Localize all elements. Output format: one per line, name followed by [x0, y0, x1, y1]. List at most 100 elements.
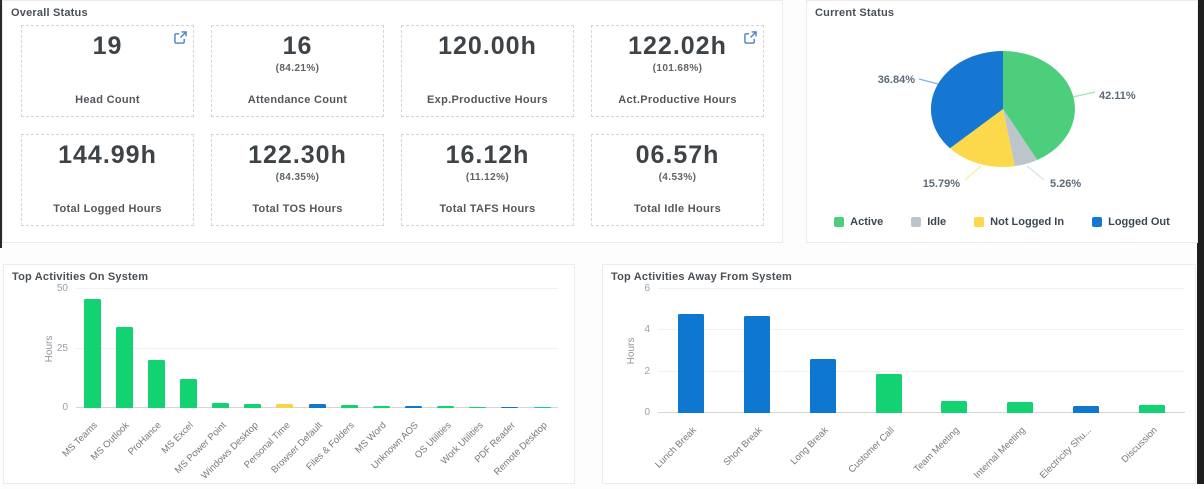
bars-row	[76, 289, 558, 408]
bars-row	[658, 289, 1185, 413]
x-axis-label: Windows Desktop	[198, 420, 261, 482]
stat-label: Head Count	[75, 94, 140, 106]
overall-status-panel: Overall Status 19 Head Count 16 (84.21%) Att…	[2, 0, 783, 243]
stat-card: 06.57h (4.53%) Total Idle Hours	[591, 134, 764, 226]
legend-swatch	[834, 217, 845, 227]
stat-value: 06.57h	[635, 141, 720, 169]
stat-card: 122.30h (84.35%) Total TOS Hours	[211, 134, 384, 226]
bar-column	[333, 289, 365, 408]
bar-ms-word[interactable]	[372, 405, 390, 408]
stat-value: 144.99h	[58, 141, 157, 169]
pie-leader-line	[918, 78, 939, 85]
bar-browser-default[interactable]	[308, 404, 326, 408]
bar-column	[856, 289, 922, 413]
pie-leader-line	[964, 165, 982, 181]
bar-unknown-aos[interactable]	[404, 405, 422, 408]
bar-lunch-break[interactable]	[677, 313, 704, 413]
bar-column	[494, 289, 526, 408]
y-axis-title: Hours	[44, 335, 55, 362]
legend-swatch	[974, 217, 985, 227]
bar-column	[237, 289, 269, 408]
bar-ms-outlook[interactable]	[115, 327, 133, 408]
bar-os-utilities[interactable]	[437, 405, 455, 408]
bar-column	[724, 289, 790, 413]
stat-label: Attendance Count	[247, 94, 348, 106]
stat-percent: (84.35%)	[275, 172, 320, 184]
x-axis-label: Long Break	[788, 425, 831, 468]
stat-label: Total Idle Hours	[633, 203, 722, 215]
x-axis-labels: MS Teams MS Outlook ProHance MS Excel MS Pow…	[60, 412, 558, 484]
bar-remote-desktop[interactable]	[533, 407, 551, 408]
open-in-new-icon[interactable]	[744, 31, 757, 44]
stat-card: 120.00h Exp.Productive Hours	[401, 25, 574, 117]
pie-value-label: 42.11%	[1099, 90, 1136, 102]
bar-files-folders[interactable]	[340, 404, 358, 408]
y-tick-label: 0	[62, 402, 68, 413]
bar-column	[462, 289, 494, 408]
legend-item-logged-out[interactable]: Logged Out	[1092, 216, 1170, 228]
y-tick-label: 6	[644, 283, 650, 294]
open-in-new-icon[interactable]	[174, 31, 187, 44]
bar-prohance[interactable]	[147, 360, 165, 408]
legend-item-idle[interactable]: Idle	[911, 216, 946, 228]
bar-column	[269, 289, 301, 408]
stat-percent: (11.12%)	[465, 172, 510, 184]
stat-card: 16 (84.21%) Attendance Count	[211, 25, 384, 117]
legend-swatch	[911, 217, 922, 227]
activities-away-title: Top Activities Away From System	[611, 271, 793, 283]
stat-label: Total TOS Hours	[252, 203, 343, 215]
y-tick-label: 0	[644, 407, 650, 418]
bar-column	[658, 289, 724, 413]
pie-leader-line	[1026, 165, 1045, 181]
stat-percent: (101.68%)	[652, 63, 703, 75]
bar-column	[397, 289, 429, 408]
bar-team-meeting[interactable]	[941, 400, 968, 413]
stat-label: Total Logged Hours	[53, 203, 162, 215]
bar-customer-call[interactable]	[875, 373, 902, 413]
legend-item-not-logged-in[interactable]: Not Logged In	[974, 216, 1064, 228]
bar-electricity-shu-[interactable]	[1073, 405, 1100, 413]
bar-pdf-reader[interactable]	[501, 407, 519, 408]
stat-label: Act.Productive Hours	[618, 94, 737, 106]
legend-label: Active	[850, 216, 884, 228]
stat-value: 16	[282, 32, 313, 60]
stat-card: 16.12h (11.12%) Total TAFS Hours	[401, 134, 574, 226]
bar-column	[526, 289, 558, 408]
x-axis-label: Discussion	[1119, 425, 1160, 466]
bar-windows-desktop[interactable]	[244, 404, 262, 408]
bar-plot: 0246	[644, 283, 1185, 418]
x-axis-label: Lunch Break	[653, 425, 699, 471]
bar-column	[987, 289, 1053, 413]
bar-column	[172, 289, 204, 408]
stat-card: 122.02h (101.68%) Act.Productive Hours	[591, 25, 764, 117]
bar-column	[365, 289, 397, 408]
bar-ms-teams[interactable]	[83, 298, 101, 408]
bar-short-break[interactable]	[743, 315, 770, 413]
bar-personal-time[interactable]	[276, 404, 294, 408]
legend-label: Idle	[927, 216, 947, 228]
stat-value: 122.30h	[248, 141, 347, 169]
bar-plot: 0 25 50	[57, 283, 558, 413]
bar-discussion[interactable]	[1139, 404, 1166, 413]
legend-item-active[interactable]: Active	[834, 216, 883, 228]
bar-column	[430, 289, 462, 408]
bar-long-break[interactable]	[809, 359, 836, 413]
legend-swatch	[1092, 217, 1103, 227]
bar-column	[76, 289, 108, 408]
bar-column	[108, 289, 140, 408]
stat-card: 19 Head Count	[21, 25, 194, 117]
y-tick-label: 50	[56, 283, 68, 294]
pie-leader-line	[1072, 91, 1096, 98]
stat-value: 16.12h	[445, 141, 530, 169]
pie-value-label: 15.79%	[923, 178, 961, 190]
stat-label: Exp.Productive Hours	[427, 94, 548, 106]
x-axis-labels: Lunch Break Short Break Long Break Customer…	[653, 417, 1185, 489]
bar-ms-power-point[interactable]	[212, 403, 230, 408]
bar-column	[1053, 289, 1119, 413]
stat-card: 144.99h Total Logged Hours	[21, 134, 194, 226]
bar-internal-meeting[interactable]	[1007, 401, 1034, 413]
bar-work-utilities[interactable]	[469, 407, 487, 408]
y-axis-title: Hours	[626, 337, 637, 365]
bar-ms-excel[interactable]	[179, 379, 197, 408]
activities-away-panel: Top Activities Away From System 0 2 4 6 Lunc…	[602, 264, 1196, 484]
